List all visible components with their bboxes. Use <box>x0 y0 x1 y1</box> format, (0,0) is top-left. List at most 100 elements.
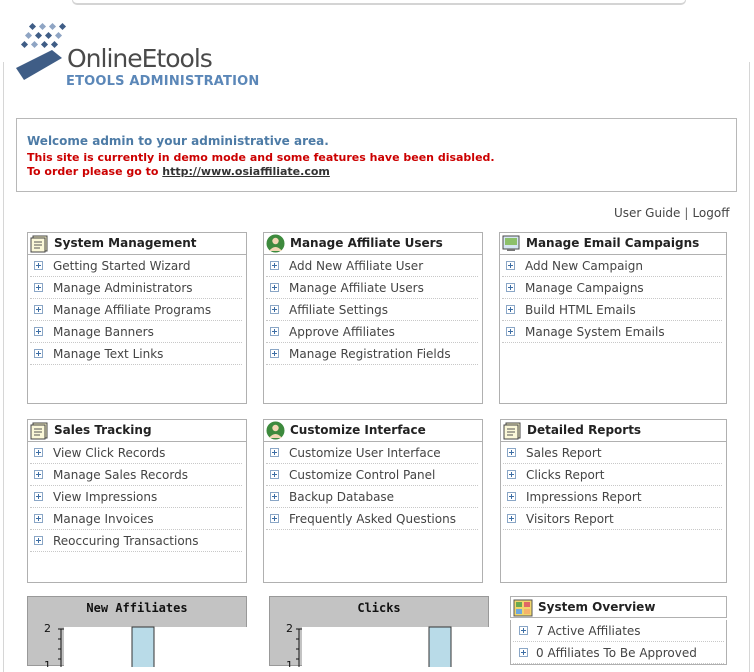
overview-active-affiliates[interactable]: 7 Active Affiliates <box>513 620 724 642</box>
panel-body: Customize User Interface Customize Contr… <box>263 441 483 583</box>
chart-bar <box>131 626 155 667</box>
expand-plus-icon <box>270 448 279 457</box>
welcome-message: Welcome admin to your administrative are… <box>27 134 329 148</box>
demo-mode-notice: This site is currently in demo mode and … <box>27 151 495 164</box>
menu-item-manage-text-links[interactable]: Manage Text Links <box>30 343 242 365</box>
logoff-link[interactable]: Logoff <box>692 206 729 220</box>
overview-affiliates-to-approve[interactable]: 0 Affiliates To Be Approved <box>513 642 724 664</box>
email-campaign-icon <box>502 235 520 251</box>
order-link[interactable]: http://www.osiaffiliate.com <box>162 165 330 178</box>
expand-plus-icon <box>34 327 43 336</box>
user-guide-link[interactable]: User Guide <box>614 206 680 220</box>
menu-item-customize-control-panel[interactable]: Customize Control Panel <box>266 464 478 486</box>
menu-item-approve-affiliates[interactable]: Approve Affiliates <box>266 321 478 343</box>
order-notice: To order please go to http://www.osiaffi… <box>27 165 726 178</box>
expand-plus-icon <box>34 261 43 270</box>
panel-manage-affiliate-users: Manage Affiliate Users Add New Affiliate… <box>263 232 483 404</box>
overview-title: System Overview <box>538 600 656 614</box>
expand-plus-icon <box>270 283 279 292</box>
expand-plus-icon <box>507 470 516 479</box>
menu-item-getting-started-wizard[interactable]: Getting Started Wizard <box>30 255 242 277</box>
report-icon <box>503 422 521 440</box>
menu-item-manage-invoices[interactable]: Manage Invoices <box>30 508 242 530</box>
menu-item-manage-affiliate-programs[interactable]: Manage Affiliate Programs <box>30 299 242 321</box>
chart-plot: 2 1 <box>286 622 490 667</box>
menu-item-view-impressions[interactable]: View Impressions <box>30 486 242 508</box>
menu-item-manage-system-emails[interactable]: Manage System Emails <box>502 321 722 343</box>
menu-item-customize-user-interface[interactable]: Customize User Interface <box>266 442 478 464</box>
panel-header: System Management <box>27 232 247 254</box>
menu-item-manage-administrators[interactable]: Manage Administrators <box>30 277 242 299</box>
panel-body: Sales Report Clicks Report Impressions R… <box>500 441 727 583</box>
panel-title: System Management <box>54 236 197 250</box>
system-overview-panel: System Overview 7 Active Affiliates 0 Af… <box>510 596 727 665</box>
panel-title: Detailed Reports <box>527 423 642 437</box>
notepad-icon <box>30 235 48 253</box>
link-separator: | <box>684 206 689 220</box>
expand-plus-icon <box>34 448 43 457</box>
menu-item-reoccuring-transactions[interactable]: Reoccuring Transactions <box>30 530 242 552</box>
plot-area <box>302 627 490 667</box>
brand-name: OnlineEtools <box>67 44 213 73</box>
menu-item-add-new-campaign[interactable]: Add New Campaign <box>502 255 722 277</box>
expand-plus-icon <box>507 448 516 457</box>
clicks-chart: Clicks 2 1 <box>269 596 490 667</box>
users-icon <box>266 421 285 440</box>
panel-header: Manage Affiliate Users <box>263 232 483 254</box>
panel-body: Add New Campaign Manage Campaigns Build … <box>499 254 727 404</box>
expand-plus-icon <box>519 626 528 635</box>
chart-plot: 2 1 <box>44 622 248 667</box>
plot-area <box>64 627 248 667</box>
brand-subtitle: ETOOLS ADMINISTRATION <box>66 74 260 89</box>
chart-bar <box>428 626 452 667</box>
menu-item-manage-affiliate-users[interactable]: Manage Affiliate Users <box>266 277 478 299</box>
menu-item-backup-database[interactable]: Backup Database <box>266 486 478 508</box>
grid-icon <box>513 599 533 617</box>
menu-item-add-new-affiliate-user[interactable]: Add New Affiliate User <box>266 255 478 277</box>
menu-item-manage-banners[interactable]: Manage Banners <box>30 321 242 343</box>
menu-item-manage-sales-records[interactable]: Manage Sales Records <box>30 464 242 486</box>
expand-plus-icon <box>34 305 43 314</box>
menu-item-sales-report[interactable]: Sales Report <box>503 442 722 464</box>
expand-plus-icon <box>34 470 43 479</box>
menu-item-build-html-emails[interactable]: Build HTML Emails <box>502 299 722 321</box>
y-tick-label: 1 <box>286 659 293 667</box>
menu-item-manage-campaigns[interactable]: Manage Campaigns <box>502 277 722 299</box>
overview-header: System Overview <box>510 596 727 618</box>
order-notice-prefix: To order please go to <box>27 165 163 178</box>
panel-title: Manage Email Campaigns <box>526 236 700 250</box>
panel-customize-interface: Customize Interface Customize User Inter… <box>263 419 483 583</box>
expand-plus-icon <box>34 536 43 545</box>
menu-item-affiliate-settings[interactable]: Affiliate Settings <box>266 299 478 321</box>
menu-item-visitors-report[interactable]: Visitors Report <box>503 508 722 530</box>
menu-item-clicks-report[interactable]: Clicks Report <box>503 464 722 486</box>
expand-plus-icon <box>270 305 279 314</box>
panel-title: Sales Tracking <box>54 423 152 437</box>
expand-plus-icon <box>270 349 279 358</box>
expand-plus-icon <box>34 283 43 292</box>
users-icon <box>266 234 285 253</box>
page-frame-left <box>3 62 4 672</box>
expand-plus-icon <box>270 514 279 523</box>
expand-plus-icon <box>507 492 516 501</box>
y-tick-label: 2 <box>286 622 293 635</box>
y-tick-label: 1 <box>44 659 51 667</box>
panel-system-management: System Management Getting Started Wizard… <box>27 232 247 404</box>
panel-body: Getting Started Wizard Manage Administra… <box>27 254 247 404</box>
panel-title: Customize Interface <box>290 423 426 437</box>
panel-detailed-reports: Detailed Reports Sales Report Clicks Rep… <box>500 419 727 583</box>
top-frame-edge <box>72 0 686 5</box>
menu-item-impressions-report[interactable]: Impressions Report <box>503 486 722 508</box>
menu-item-view-click-records[interactable]: View Click Records <box>30 442 242 464</box>
welcome-box: Welcome admin to your administrative are… <box>16 118 737 192</box>
expand-plus-icon <box>34 349 43 358</box>
expand-plus-icon <box>519 648 528 657</box>
menu-item-frequently-asked-questions[interactable]: Frequently Asked Questions <box>266 508 478 530</box>
panel-header: Detailed Reports <box>500 419 727 441</box>
expand-plus-icon <box>506 327 515 336</box>
menu-item-manage-registration-fields[interactable]: Manage Registration Fields <box>266 343 478 365</box>
overview-body: 7 Active Affiliates 0 Affiliates To Be A… <box>510 620 727 665</box>
expand-plus-icon <box>506 261 515 270</box>
expand-plus-icon <box>270 327 279 336</box>
panel-header: Manage Email Campaigns <box>499 232 727 254</box>
